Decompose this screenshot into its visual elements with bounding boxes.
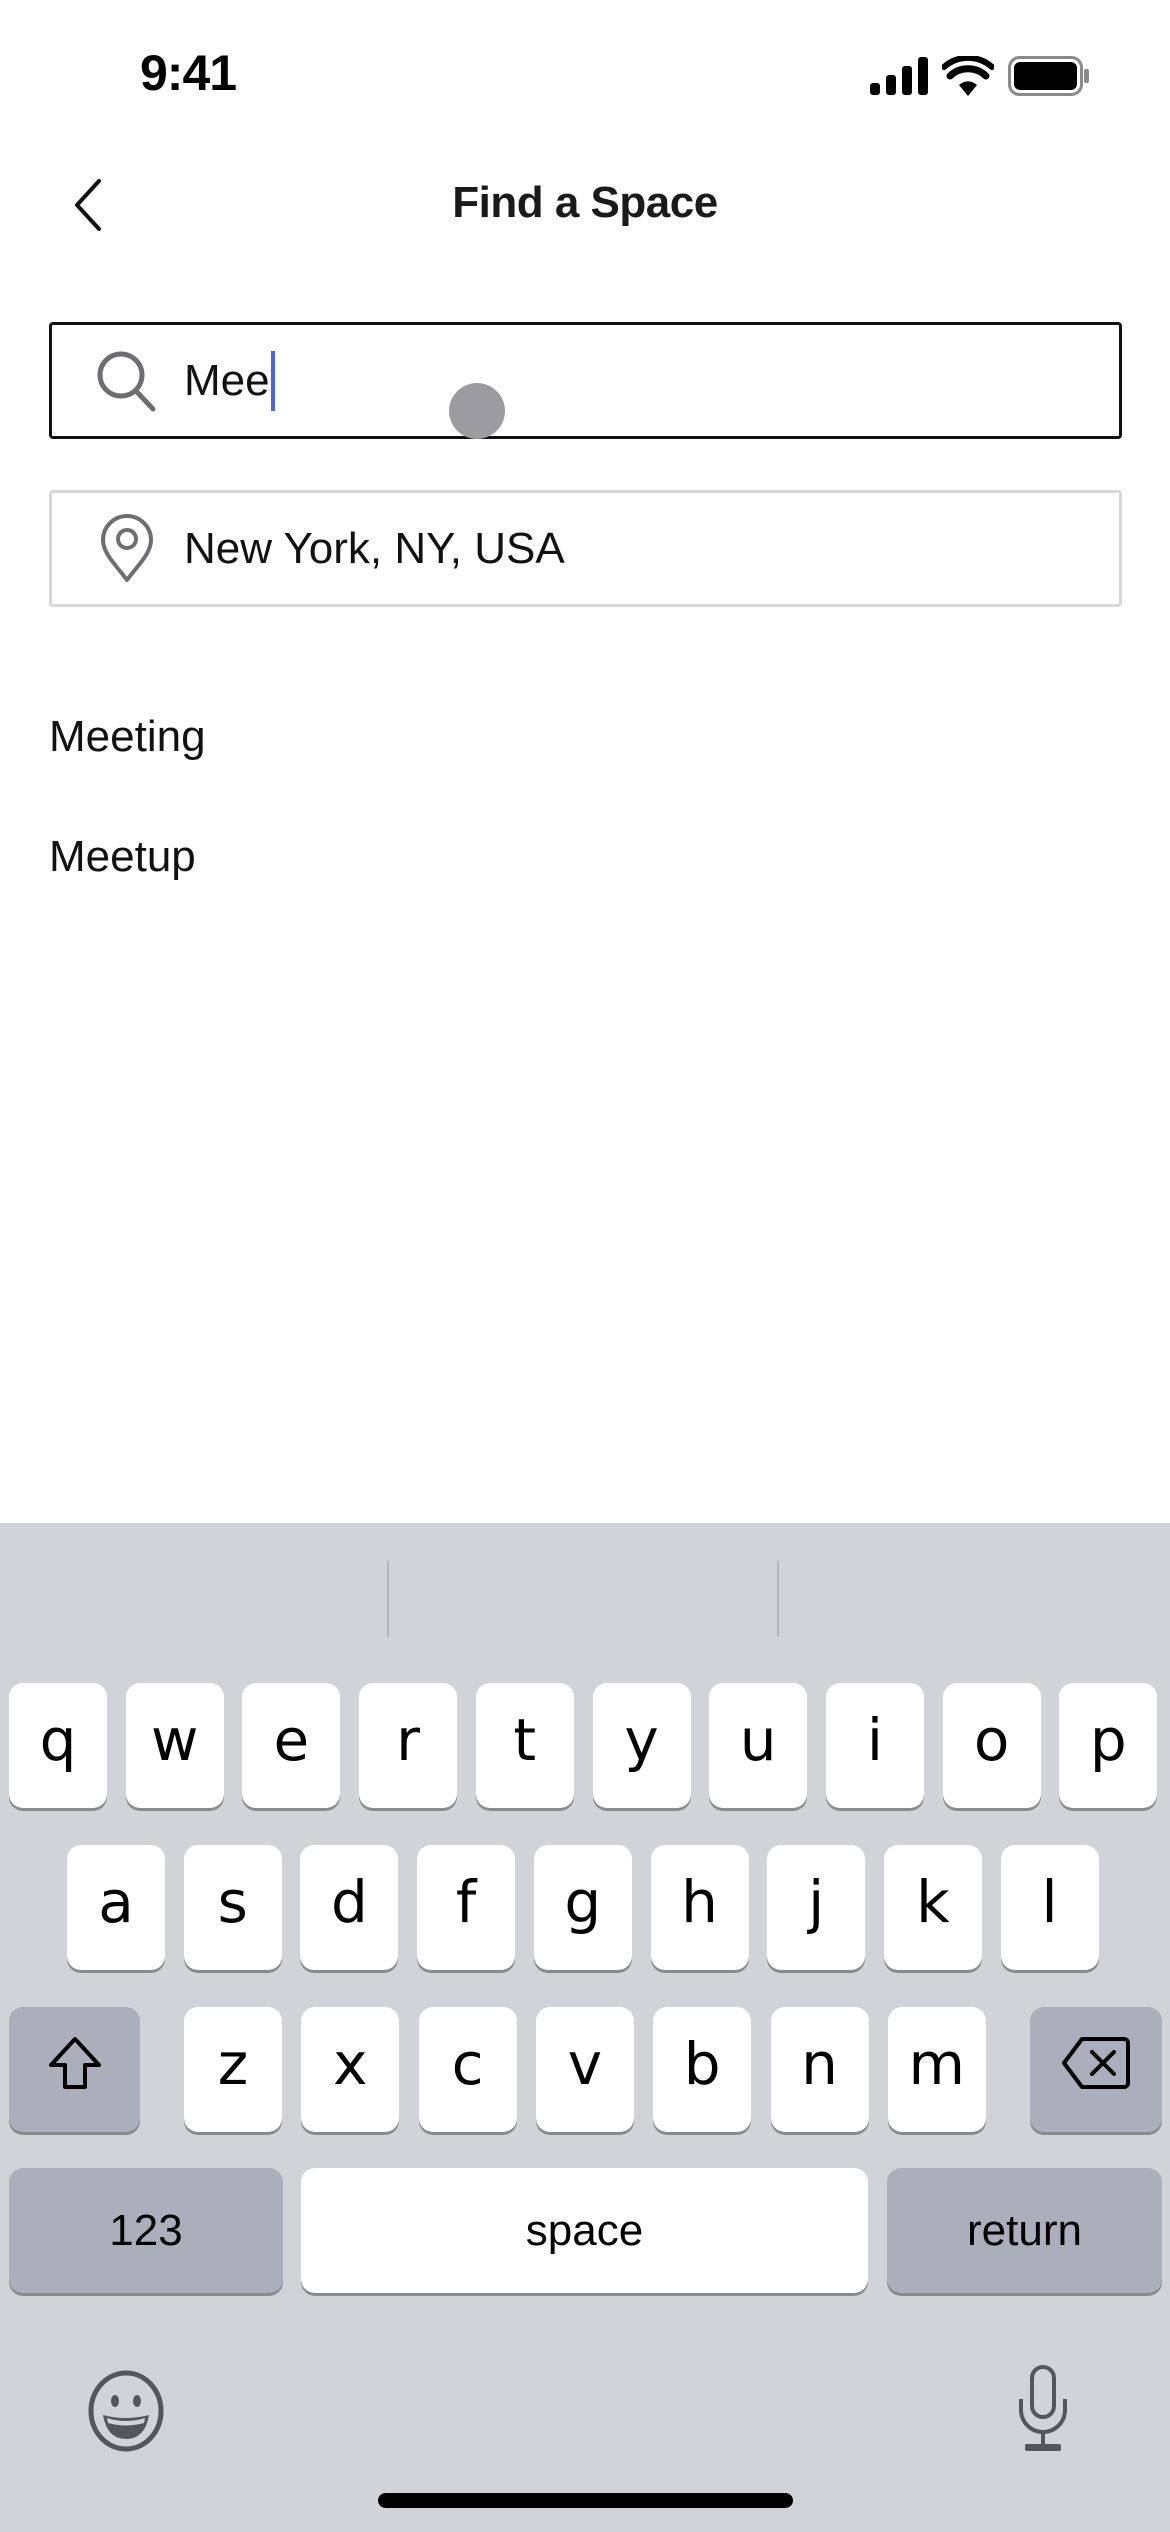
key-label: z <box>217 2029 249 2098</box>
key-label: q <box>39 1705 77 1774</box>
numbers-key[interactable]: 123 <box>9 2168 283 2293</box>
key-label: w <box>150 1705 199 1774</box>
key-o[interactable]: o <box>942 1683 1041 1808</box>
key-label: t <box>513 1705 537 1774</box>
key-x[interactable]: x <box>301 2007 400 2132</box>
key-e[interactable]: e <box>242 1683 341 1808</box>
key-q[interactable]: q <box>9 1683 107 1808</box>
search-icon <box>92 346 162 416</box>
keyboard: q w e r t y u i o p a s d f g h j k l z x c v b n m 123 space ret… <box>0 1523 1170 2532</box>
key-label: b <box>683 2029 721 2098</box>
key-v[interactable]: v <box>535 2007 634 2132</box>
wifi-icon <box>941 54 995 101</box>
key-l[interactable]: l <box>1000 1845 1099 1970</box>
battery-icon <box>1008 55 1090 101</box>
key-label: u <box>739 1705 777 1774</box>
location-pin-icon <box>92 513 162 584</box>
key-f[interactable]: f <box>417 1845 516 1970</box>
key-label: v <box>567 2029 603 2098</box>
location-input-value: New York, NY, USA <box>184 523 565 573</box>
key-r[interactable]: r <box>359 1683 458 1808</box>
key-label: c <box>451 2029 484 2098</box>
suggestion-item[interactable]: Meetup <box>49 832 196 882</box>
key-p[interactable]: p <box>1059 1683 1158 1808</box>
key-z[interactable]: z <box>184 2007 282 2132</box>
key-u[interactable]: u <box>709 1683 808 1808</box>
key-s[interactable]: s <box>183 1845 282 1970</box>
key-c[interactable]: c <box>418 2007 517 2132</box>
shift-icon <box>47 2035 103 2105</box>
suggestion-item[interactable]: Meeting <box>49 712 206 762</box>
delete-key[interactable] <box>1030 2007 1162 2132</box>
key-label: o <box>973 1705 1010 1774</box>
key-k[interactable]: k <box>883 1845 982 1970</box>
key-label: p <box>1089 1705 1127 1774</box>
key-d[interactable]: d <box>300 1845 399 1970</box>
key-label: x <box>333 2029 368 2098</box>
key-h[interactable]: h <box>650 1845 749 1970</box>
key-label: k <box>916 1867 950 1936</box>
suggestion-divider <box>777 1561 779 1637</box>
suggestion-divider <box>387 1561 389 1637</box>
key-label: r <box>396 1705 421 1774</box>
key-label: g <box>564 1867 602 1936</box>
emoji-button[interactable] <box>86 2369 166 2458</box>
status-icons <box>870 54 1090 101</box>
key-label: a <box>98 1867 134 1936</box>
home-indicator <box>378 2493 793 2508</box>
space-key[interactable]: space <box>301 2168 868 2293</box>
search-input-value: Mee <box>184 355 270 405</box>
shift-key[interactable] <box>9 2007 140 2132</box>
key-label: i <box>866 1705 883 1774</box>
key-label: f <box>455 1867 477 1936</box>
return-key[interactable]: return <box>887 2168 1162 2293</box>
key-label: s <box>217 1867 248 1936</box>
location-input[interactable]: New York, NY, USA <box>49 490 1122 607</box>
key-b[interactable]: b <box>653 2007 752 2132</box>
backspace-icon <box>1062 2036 1130 2104</box>
cellular-signal-icon <box>870 56 928 100</box>
key-n[interactable]: n <box>770 2007 869 2132</box>
key-label: m <box>908 2029 966 2098</box>
key-label: y <box>624 1705 659 1774</box>
key-label: e <box>273 1705 310 1774</box>
dictation-button[interactable] <box>1008 2364 1078 2459</box>
key-g[interactable]: g <box>533 1845 632 1970</box>
text-caret <box>270 350 275 411</box>
status-time: 9:41 <box>140 45 237 101</box>
page-title: Find a Space <box>452 178 718 227</box>
key-label: n <box>801 2029 838 2098</box>
search-input[interactable]: Mee <box>49 322 1122 439</box>
touch-indicator <box>449 383 505 439</box>
key-j[interactable]: j <box>767 1845 866 1970</box>
key-label: h <box>681 1867 718 1936</box>
key-label: d <box>330 1867 368 1936</box>
microphone-icon <box>1018 2364 1068 2459</box>
key-a[interactable]: a <box>67 1845 165 1970</box>
key-label: j <box>808 1867 825 1936</box>
key-t[interactable]: t <box>475 1683 574 1808</box>
key-w[interactable]: w <box>125 1683 224 1808</box>
key-y[interactable]: y <box>592 1683 691 1808</box>
key-m[interactable]: m <box>887 2007 986 2132</box>
emoji-icon <box>87 2369 165 2458</box>
key-label: l <box>1041 1867 1058 1936</box>
key-i[interactable]: i <box>825 1683 924 1808</box>
